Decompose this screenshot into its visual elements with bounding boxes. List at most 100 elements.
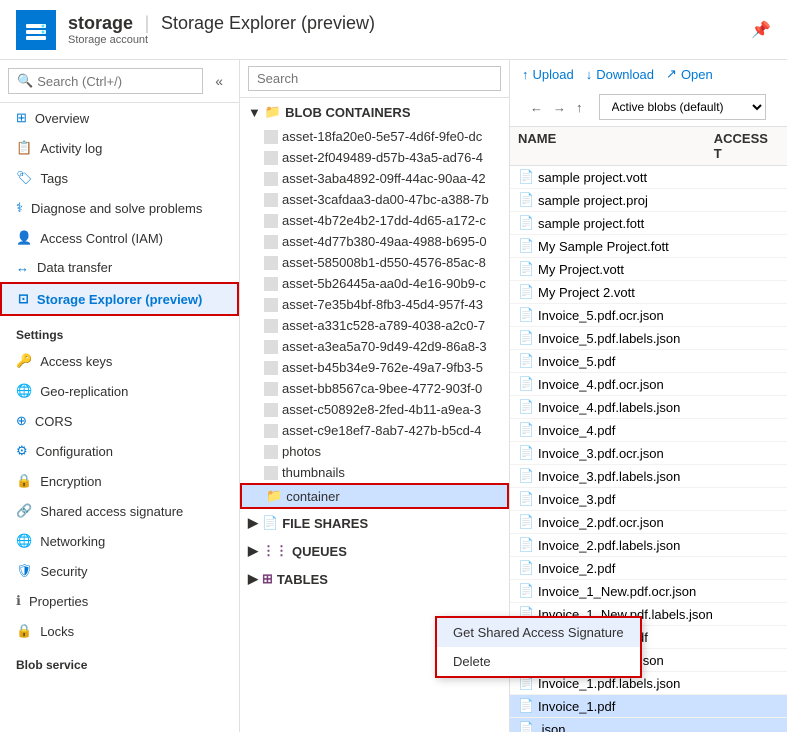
tree-item[interactable]: asset-2f049489-d57b-43a5-ad76-4 (240, 147, 509, 168)
file-row[interactable]: 📄 sample project.proj (510, 189, 787, 212)
nav-up-button[interactable]: ↑ (572, 98, 587, 117)
file-row[interactable]: 📄 Invoice_3.pdf (510, 488, 787, 511)
tree-item[interactable]: asset-4d77b380-49aa-4988-b695-0 (240, 231, 509, 252)
file-row[interactable]: 📄 Invoice_5.pdf (510, 350, 787, 373)
file-row selected[interactable]: 📄 Invoice_1.pdf (510, 695, 787, 718)
sidebar-item-encryption[interactable]: 🔒 Encryption (0, 466, 239, 496)
context-menu-item-delete[interactable]: Delete (437, 647, 640, 676)
sidebar-item-storage-explorer[interactable]: ⊡ Storage Explorer (preview) (0, 282, 239, 316)
file-row[interactable]: 📄 Invoice_3.pdf.ocr.json (510, 442, 787, 465)
file-row[interactable]: 📄 sample project.vott (510, 166, 787, 189)
sidebar-item-tags[interactable]: 🏷 Tags (0, 163, 239, 193)
tree-item-label: asset-c9e18ef7-8ab7-427b-b5cd-4 (282, 423, 481, 438)
context-menu-item-get-shared-access[interactable]: Get Shared Access Signature (437, 618, 640, 647)
file-row selected-2[interactable]: 📄 .json (510, 718, 787, 732)
tree-item[interactable]: asset-4b72e4b2-17dd-4d65-a172-c (240, 210, 509, 231)
tree-item[interactable]: asset-b45b34e9-762e-49a7-9fb3-5 (240, 357, 509, 378)
file-shares-section-row[interactable]: ▶ 📄 FILE SHARES (240, 509, 509, 537)
blob-type-dropdown[interactable]: Active blobs (default) (599, 94, 766, 120)
page-title: Storage Explorer (preview) (161, 13, 375, 33)
file-name: Invoice_1.pdf (538, 699, 779, 714)
tree-item-label: asset-b45b34e9-762e-49a7-9fb3-5 (282, 360, 483, 375)
tree-item-photos[interactable]: photos (240, 441, 509, 462)
sidebar-item-data-transfer[interactable]: ↔ Data transfer (0, 253, 239, 282)
cors-label: CORS (35, 414, 73, 429)
tree-item[interactable]: asset-18fa20e0-5e57-4d6f-9fe0-dc (240, 126, 509, 147)
pin-icon[interactable]: 📌 (751, 20, 771, 40)
sidebar-item-shared-access-signature[interactable]: 🔗 Shared access signature (0, 496, 239, 526)
tables-arrow[interactable]: ▶ (248, 571, 258, 587)
nav-back-button[interactable]: ← (526, 98, 547, 117)
file-row[interactable]: 📄 Invoice_5.pdf.labels.json (510, 327, 787, 350)
file-row[interactable]: 📄 Invoice_4.pdf (510, 419, 787, 442)
sidebar-item-diagnose[interactable]: ⚕ Diagnose and solve problems (0, 193, 239, 223)
locks-label: Locks (40, 624, 74, 639)
sidebar-item-locks[interactable]: 🔒 Locks (0, 616, 239, 646)
file-shares-arrow[interactable]: ▶ (248, 515, 258, 531)
access-control-icon: 👤 (16, 230, 32, 246)
file-icon: 📄 (518, 307, 532, 323)
blob-containers-label: ▼ 📁 BLOB CONTAINERS (240, 98, 509, 126)
sidebar-item-cors[interactable]: ⊕ CORS (0, 406, 239, 436)
middle-search-bar (240, 60, 509, 98)
file-row[interactable]: 📄 Invoice_4.pdf.ocr.json (510, 373, 787, 396)
file-icon: 📄 (518, 238, 532, 254)
sidebar: 🔍 « ⊞ Overview 📋 Activity log 🏷 Tags ⚕ D… (0, 60, 240, 732)
tree-item[interactable]: asset-5b26445a-aa0d-4e16-90b9-c (240, 273, 509, 294)
file-row[interactable]: 📄 Invoice_1_New.pdf.ocr.json (510, 580, 787, 603)
open-button[interactable]: ↗ Open (666, 66, 713, 82)
header-title: storage | Storage Explorer (preview) (68, 13, 375, 34)
tree-item[interactable]: asset-a3ea5a70-9d49-42d9-86a8-3 (240, 336, 509, 357)
file-row[interactable]: 📄 sample project.fott (510, 212, 787, 235)
queues-icon: ⋮⋮ (262, 543, 288, 559)
nav-forward-button[interactable]: → (549, 98, 570, 117)
networking-label: Networking (40, 534, 105, 549)
tree-item[interactable]: asset-585008b1-d550-4576-85ac-8 (240, 252, 509, 273)
sidebar-item-overview[interactable]: ⊞ Overview (0, 103, 239, 133)
sidebar-item-geo-replication[interactable]: 🌐 Geo-replication (0, 376, 239, 406)
sidebar-item-configuration[interactable]: ⚙ Configuration (0, 436, 239, 466)
tree-item-container[interactable]: 📁 container (240, 483, 509, 509)
tree-item-thumbnails[interactable]: thumbnails (240, 462, 509, 483)
tree-item[interactable]: asset-3aba4892-09ff-44ac-90aa-42 (240, 168, 509, 189)
file-name: Invoice_5.pdf (538, 354, 779, 369)
tree-item[interactable]: asset-bb8567ca-9bee-4772-903f-0 (240, 378, 509, 399)
search-box[interactable]: 🔍 (8, 68, 203, 94)
header-pipe: | (145, 13, 150, 33)
file-row[interactable]: 📄 Invoice_5.pdf.ocr.json (510, 304, 787, 327)
header-subtitle: Storage account (68, 34, 375, 46)
tree-item[interactable]: asset-c9e18ef7-8ab7-427b-b5cd-4 (240, 420, 509, 441)
sidebar-item-networking[interactable]: 🌐 Networking (0, 526, 239, 556)
tree-expand-arrow[interactable]: ▼ (248, 105, 261, 120)
collapse-button[interactable]: « (207, 69, 231, 93)
blob-containers-section-label: BLOB CONTAINERS (285, 105, 410, 120)
file-row[interactable]: 📄 Invoice_3.pdf.labels.json (510, 465, 787, 488)
sidebar-item-activity-log[interactable]: 📋 Activity log (0, 133, 239, 163)
sidebar-item-access-control[interactable]: 👤 Access Control (IAM) (0, 223, 239, 253)
context-menu: Get Shared Access Signature Delete (435, 616, 642, 678)
tree-item[interactable]: asset-a331c528-a789-4038-a2c0-7 (240, 315, 509, 336)
download-button[interactable]: ↓ Download (586, 67, 654, 82)
file-row[interactable]: 📄 Invoice_2.pdf.ocr.json (510, 511, 787, 534)
tree-item[interactable]: asset-7e35b4bf-8fb3-45d4-957f-43 (240, 294, 509, 315)
tree-item-label: asset-bb8567ca-9bee-4772-903f-0 (282, 381, 482, 396)
tables-section-row[interactable]: ▶ ⊞ TABLES (240, 565, 509, 593)
middle-search-input[interactable] (248, 66, 501, 91)
search-input[interactable] (37, 74, 194, 89)
file-row[interactable]: 📄 My Project 2.vott (510, 281, 787, 304)
queues-section-row[interactable]: ▶ ⋮⋮ QUEUES (240, 537, 509, 565)
storage-explorer-icon: ⊡ (18, 291, 29, 307)
file-row[interactable]: 📄 Invoice_4.pdf.labels.json (510, 396, 787, 419)
queues-arrow[interactable]: ▶ (248, 543, 258, 559)
file-row[interactable]: 📄 My Sample Project.fott (510, 235, 787, 258)
sidebar-item-properties[interactable]: ℹ Properties (0, 586, 239, 616)
tree-item[interactable]: asset-c50892e8-2fed-4b11-a9ea-3 (240, 399, 509, 420)
file-row[interactable]: 📄 Invoice_2.pdf.labels.json (510, 534, 787, 557)
tree-item[interactable]: asset-3cafdaa3-da00-47bc-a388-7b (240, 189, 509, 210)
upload-button[interactable]: ↑ Upload (522, 67, 574, 82)
search-icon: 🔍 (17, 73, 33, 89)
file-row[interactable]: 📄 Invoice_2.pdf (510, 557, 787, 580)
sidebar-item-access-keys[interactable]: 🔑 Access keys (0, 346, 239, 376)
sidebar-item-security[interactable]: 🛡 Security (0, 556, 239, 586)
file-row[interactable]: 📄 My Project.vott (510, 258, 787, 281)
